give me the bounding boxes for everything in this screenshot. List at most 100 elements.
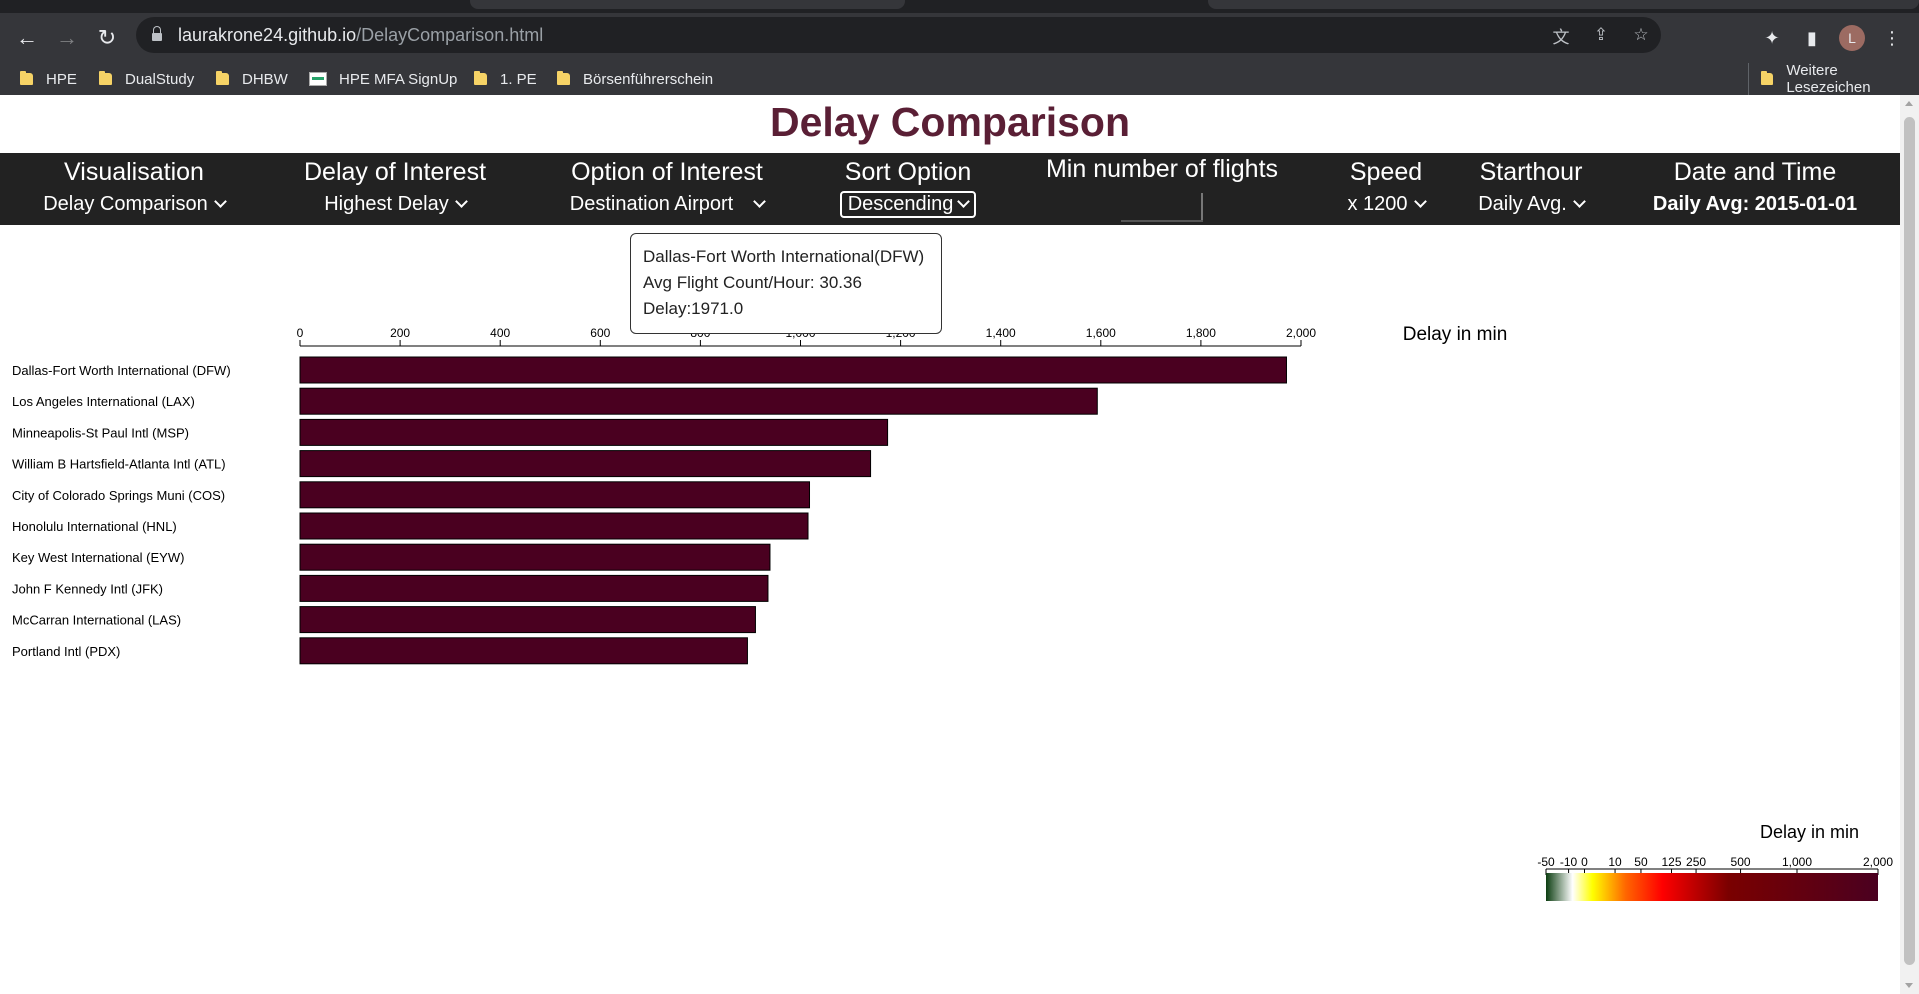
forward-icon[interactable]: → [49, 13, 85, 63]
tooltip-delay: Delay:1971.0 [643, 299, 744, 318]
control-visualisation: Visualisation Delay Comparison [0, 153, 268, 225]
toolbar-actions: ✦ ▮ L ⋮ [1752, 13, 1912, 63]
scrollbar[interactable] [1900, 95, 1919, 994]
bar-chart: 02004006008001,0001,2001,4001,6001,8002,… [12, 324, 1893, 901]
bar [299, 512, 809, 540]
legend-tick-label: 125 [1661, 855, 1681, 869]
control-label: Min number of flights [1045, 155, 1279, 183]
folder-icon [557, 71, 570, 85]
bookmark-1-pe[interactable]: 1. PE [474, 63, 537, 95]
sort-option-select[interactable]: Descending [839, 191, 977, 218]
scroll-up-icon[interactable] [1905, 101, 1913, 106]
control-label: Delay of Interest [303, 158, 487, 186]
control-label: Speed [1349, 158, 1423, 186]
chevron-down-icon [957, 195, 971, 208]
x-tick-label: 200 [390, 326, 410, 340]
bar [299, 356, 1287, 384]
bar [299, 387, 1098, 415]
scrollbar-thumb[interactable] [1904, 117, 1915, 965]
control-speed: Speed x 1200 [1330, 153, 1442, 225]
bar-category-label: Los Angeles International (LAX) [12, 394, 195, 409]
bookmark-hpe-mfa-signup[interactable]: HPE MFA SignUp [309, 63, 457, 95]
legend-tick-label: -10 [1560, 855, 1578, 869]
bookmark-label: Weitere Lesezeichen [1786, 62, 1871, 96]
x-tick-label: 400 [490, 326, 510, 340]
bar-category-label: Dallas-Fort Worth International (DFW) [12, 363, 231, 378]
lock-icon[interactable] [152, 26, 162, 41]
bookmark-star-icon[interactable]: ☆ [1621, 25, 1661, 45]
url-text[interactable]: laurakrone24.github.io/DelayComparison.h… [178, 25, 543, 46]
bar [299, 450, 872, 478]
delay-of-interest-select[interactable]: Highest Delay [268, 193, 522, 216]
extensions-icon[interactable]: ✦ [1752, 28, 1792, 49]
tooltip-airport: Dallas-Fort Worth International(DFW) [643, 247, 925, 266]
reload-icon[interactable]: ↻ [89, 13, 125, 63]
avatar[interactable]: L [1839, 25, 1865, 51]
legend-tick-label: 500 [1731, 855, 1751, 869]
controls-bar: Visualisation Delay Comparison Delay of … [0, 153, 1900, 225]
bar-category-label: Portland Intl (PDX) [12, 644, 120, 659]
chevron-down-icon [1572, 195, 1586, 208]
bookmark-label: DualStudy [125, 70, 195, 88]
tab-strip [0, 0, 1919, 13]
select-value: Descending [847, 193, 954, 215]
bar-category-label: City of Colorado Springs Muni (COS) [12, 488, 225, 503]
control-label: Sort Option [844, 158, 972, 186]
control-delay-of-interest: Delay of Interest Highest Delay [268, 153, 522, 225]
bookmark-boersenfuehrerschein[interactable]: Börsenführerschein [557, 63, 713, 95]
share-icon[interactable]: ⇪ [1581, 25, 1621, 45]
option-of-interest-select[interactable]: Destination Airport [540, 193, 794, 216]
bookmark-label: 1. PE [500, 70, 537, 88]
control-option-of-interest: Option of Interest Destination Airport [540, 153, 794, 225]
legend-tick-label: -50 [1537, 855, 1555, 869]
x-tick-label: 1,800 [1186, 326, 1216, 340]
control-min-flights: Min number of flights [1024, 153, 1300, 225]
url-path: /DelayComparison.html [356, 24, 544, 45]
starthour-select[interactable]: Daily Avg. [1456, 193, 1606, 216]
control-label: Visualisation [64, 158, 204, 186]
bar [299, 481, 811, 509]
tab[interactable] [1208, 0, 1919, 9]
side-panel-icon[interactable]: ▮ [1792, 28, 1832, 49]
scroll-down-icon[interactable] [1905, 983, 1913, 988]
folder-icon [216, 71, 229, 85]
select-value: Destination Airport [569, 193, 734, 215]
x-tick-label: 0 [297, 326, 304, 340]
address-bar[interactable]: laurakrone24.github.io/DelayComparison.h… [136, 17, 1661, 53]
visualisation-select[interactable]: Delay Comparison [0, 193, 268, 216]
control-label: Date and Time [1673, 158, 1837, 186]
page-content: Delay Comparison Visualisation Delay Com… [0, 95, 1900, 994]
x-tick-label: 1,600 [1086, 326, 1116, 340]
other-bookmarks[interactable]: Weitere Lesezeichen [1748, 62, 1919, 96]
select-value: Daily Avg. [1478, 193, 1567, 215]
bar-category-label: McCarran International (LAS) [12, 613, 181, 628]
select-value: x 1200 [1347, 193, 1408, 215]
url-host: laurakrone24.github.io [178, 24, 357, 45]
date-time-value: Daily Avg: 2015-01-01 [1652, 193, 1858, 215]
bookmark-dualstudy[interactable]: DualStudy [99, 63, 194, 95]
tab[interactable] [470, 0, 905, 9]
legend-tick-label: 50 [1634, 855, 1648, 869]
bookmark-dhbw[interactable]: DHBW [216, 63, 288, 95]
min-flights-slider-thumb[interactable] [1201, 193, 1203, 220]
bookmark-hpe[interactable]: HPE [20, 63, 77, 95]
bar-category-label: John F Kennedy Intl (JFK) [12, 581, 163, 596]
control-sort-option: Sort Option Descending [820, 153, 996, 225]
legend-title: Delay in min [1760, 822, 1860, 842]
page-icon [309, 72, 327, 86]
translate-icon[interactable]: 文 [1541, 23, 1581, 48]
chart-tooltip: Dallas-Fort Worth International(DFW) Avg… [630, 233, 942, 334]
folder-icon [474, 71, 487, 85]
bookmark-label: DHBW [242, 70, 288, 88]
browser-toolbar: ← → ↻ laurakrone24.github.io/DelayCompar… [0, 13, 1919, 63]
select-value: Delay Comparison [43, 193, 208, 215]
back-icon[interactable]: ← [9, 13, 45, 63]
speed-select[interactable]: x 1200 [1330, 193, 1442, 216]
min-flights-slider-track[interactable] [1121, 220, 1203, 222]
legend-color-bar [1546, 873, 1878, 901]
chevron-down-icon [753, 195, 767, 208]
x-tick-label: 1,400 [986, 326, 1016, 340]
menu-icon[interactable]: ⋮ [1872, 28, 1912, 49]
bookmark-label: HPE [46, 70, 77, 88]
legend-tick-label: 0 [1581, 855, 1588, 869]
